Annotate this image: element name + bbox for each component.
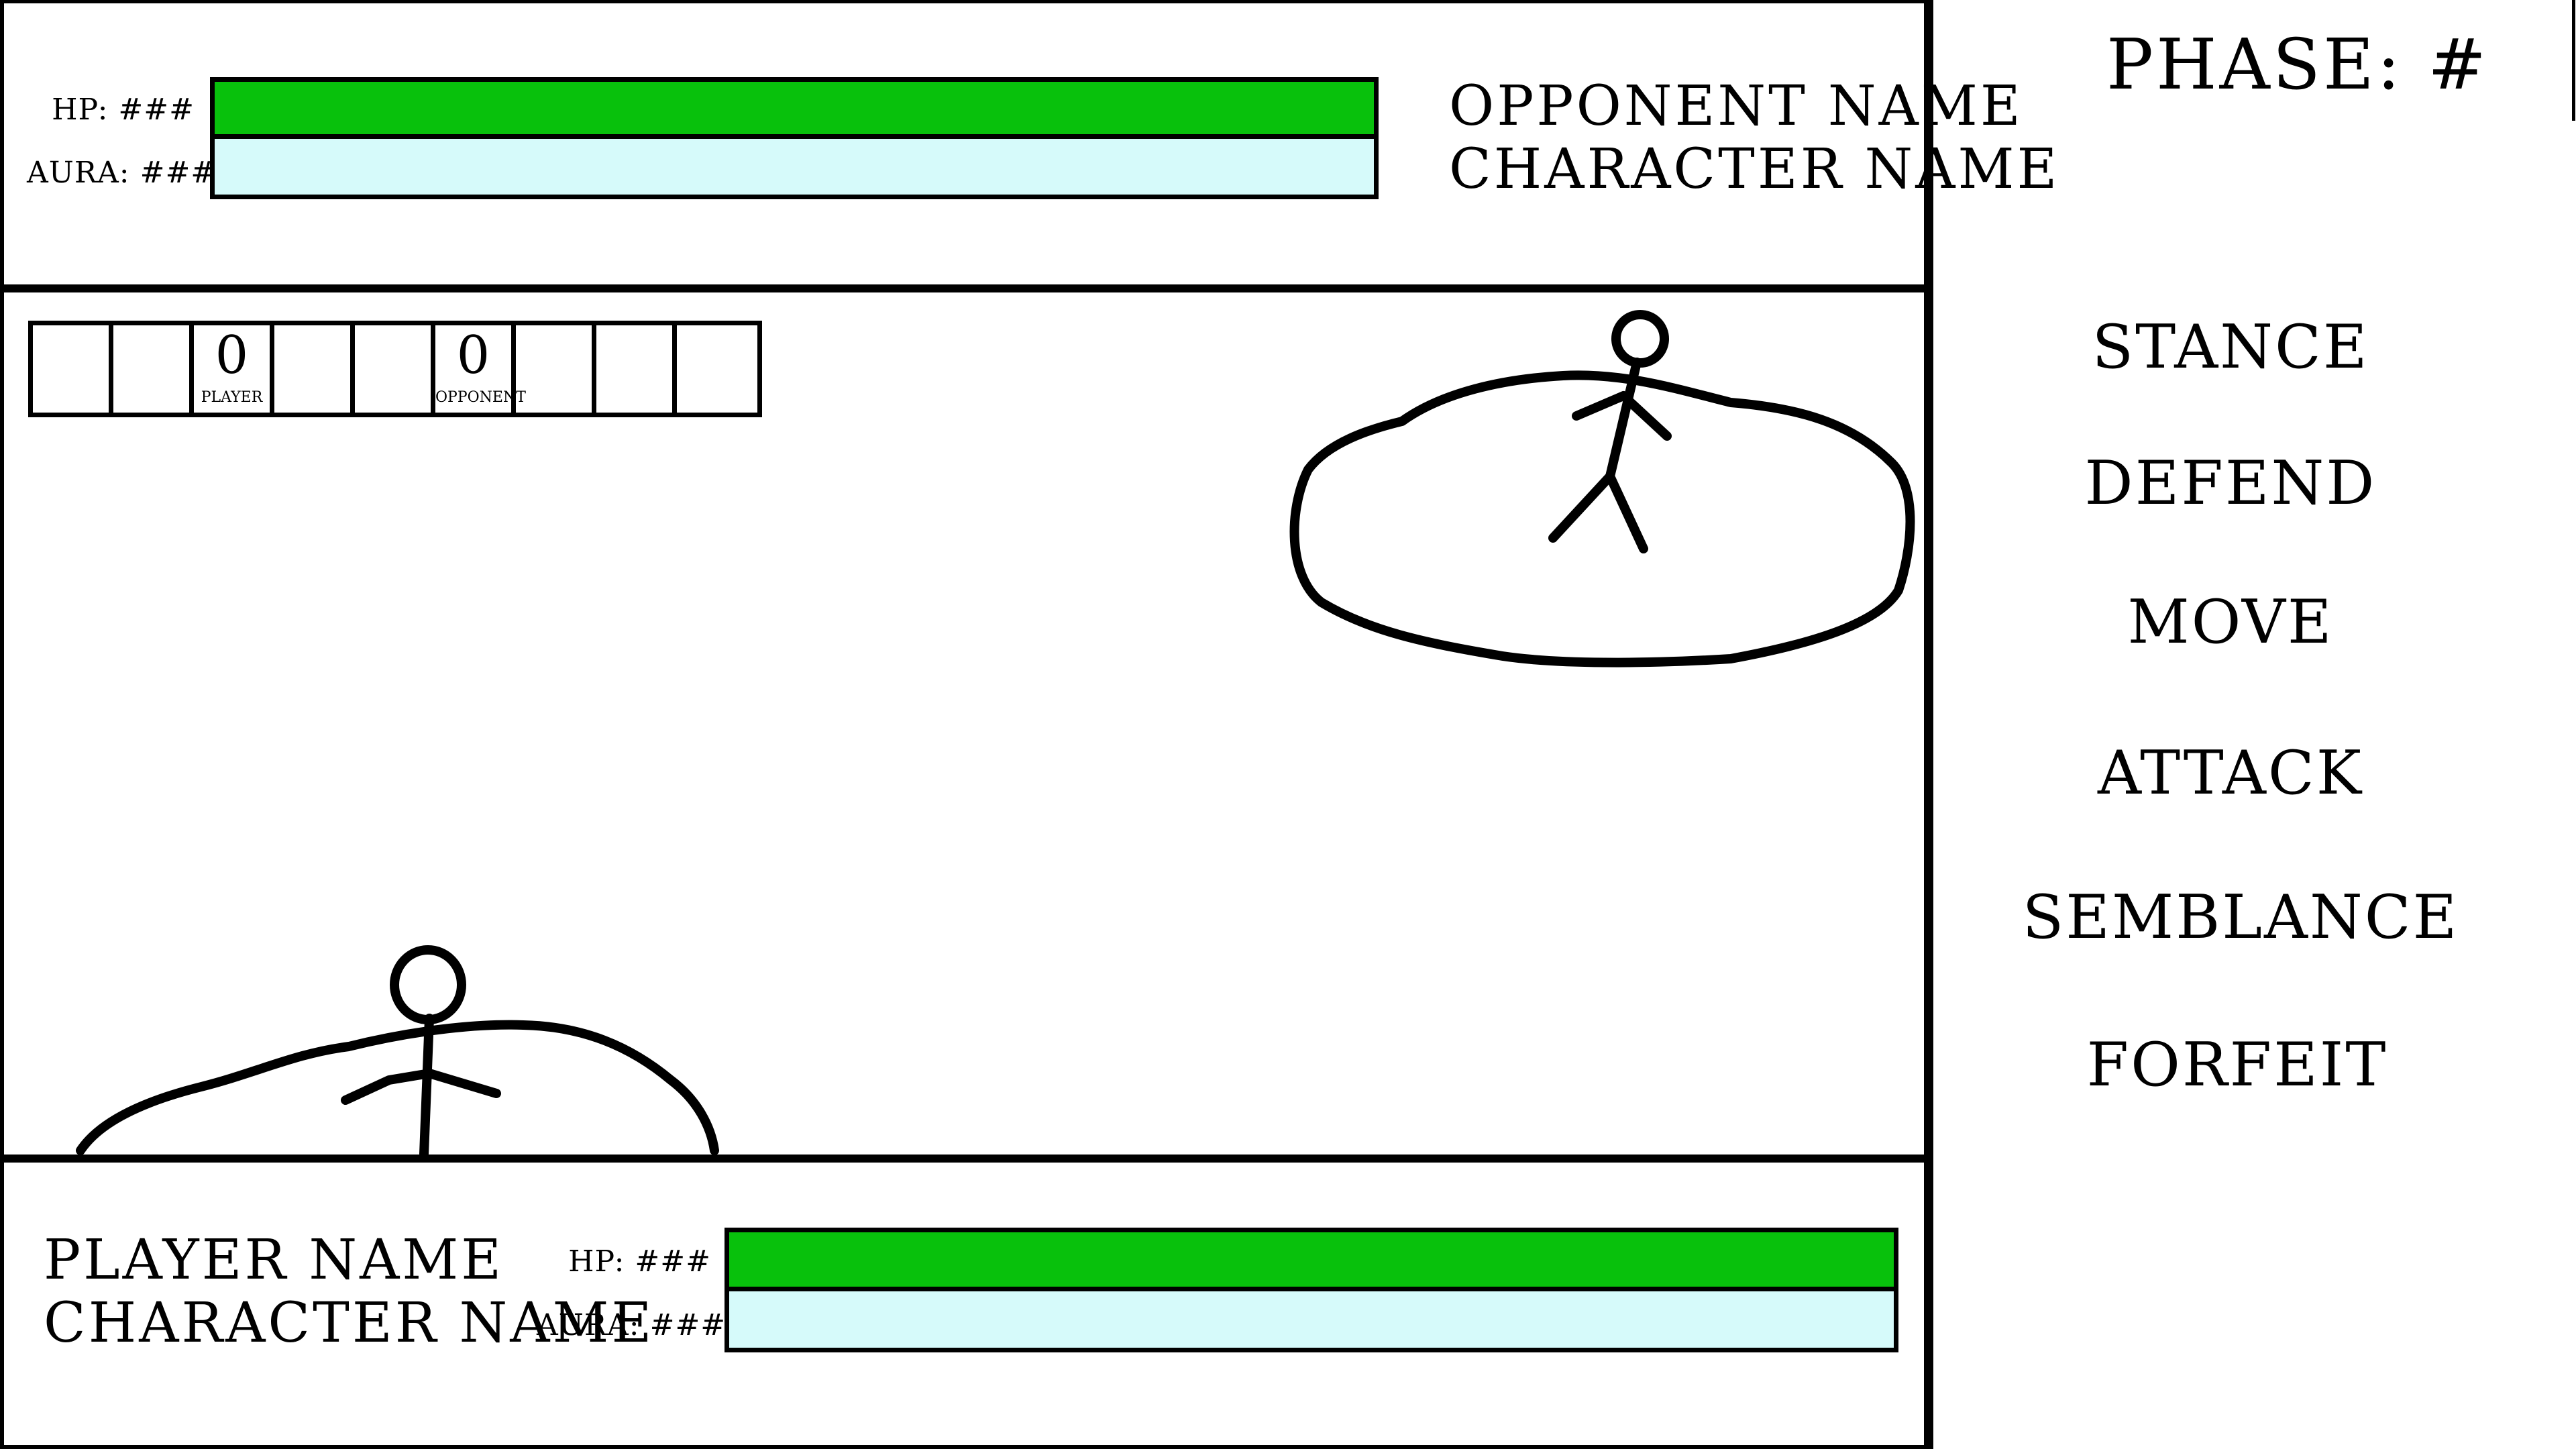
- player-hp-bar: [724, 1228, 1898, 1291]
- menu-semblance[interactable]: SEMBLANCE: [1935, 882, 2546, 953]
- arena-art: [76, 310, 1915, 1157]
- menu-defend[interactable]: DEFEND: [1925, 448, 2536, 519]
- player-aura-label: AURA: ###: [537, 1308, 727, 1342]
- opponent-stick-body: [1548, 358, 1672, 553]
- player-hp-label: HP: ###: [568, 1244, 711, 1279]
- menu-stance[interactable]: STANCE: [1925, 312, 2536, 382]
- sidebar-divider: [1924, 0, 1933, 1449]
- player-hp-fill: [729, 1232, 1894, 1287]
- player-aura-bar: [724, 1287, 1898, 1352]
- phase-indicator: PHASE: #: [2106, 23, 2489, 105]
- player-name: PLAYER NAME: [44, 1228, 504, 1292]
- opponent-platform: [1289, 370, 1915, 667]
- player-stick-head: [390, 945, 466, 1024]
- frame-bottom-edge: [0, 1445, 1929, 1449]
- menu-forfeit[interactable]: FORFEIT: [1932, 1030, 2542, 1100]
- menu-attack[interactable]: ATTACK: [1925, 738, 2536, 808]
- player-platform: [76, 1020, 719, 1155]
- player-aura-fill: [729, 1291, 1894, 1348]
- opponent-stick-head: [1611, 310, 1669, 368]
- menu-move[interactable]: MOVE: [1925, 587, 2536, 657]
- frame-right-edge: [2572, 0, 2575, 121]
